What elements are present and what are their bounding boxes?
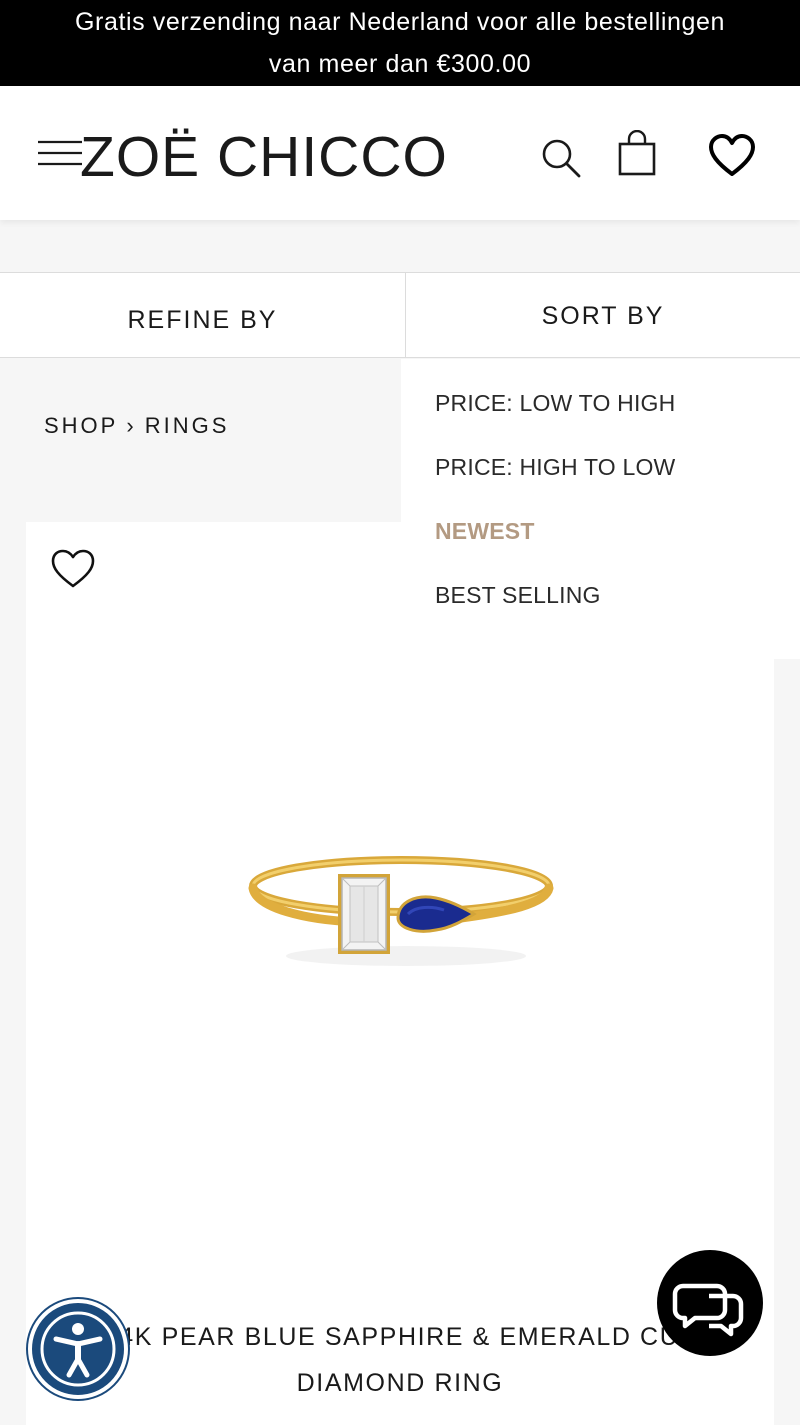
sort-option-price-low-high[interactable]: PRICE: LOW TO HIGH — [435, 390, 675, 417]
breadcrumb-separator: › — [126, 413, 137, 438]
chat-button[interactable] — [657, 1250, 763, 1356]
sort-by-button[interactable]: SORT BY — [406, 273, 800, 357]
wishlist-heart-icon[interactable] — [50, 548, 96, 590]
announcement-line-1: Gratis verzending naar Nederland voor al… — [74, 8, 726, 36]
sort-option-price-high-low[interactable]: PRICE: HIGH TO LOW — [435, 454, 675, 481]
bag-icon[interactable] — [616, 130, 658, 178]
breadcrumb-rings-link[interactable]: RINGS — [145, 413, 230, 438]
site-header: ZOË CHICCO — [0, 86, 800, 220]
sort-option-newest[interactable]: NEWEST — [435, 518, 535, 545]
refine-by-button[interactable]: REFINE BY — [0, 273, 406, 357]
menu-icon[interactable] — [38, 138, 82, 172]
accessibility-button[interactable] — [28, 1299, 128, 1399]
accessibility-icon — [40, 1311, 116, 1387]
search-icon[interactable] — [540, 137, 582, 179]
brand-logo[interactable]: ZOË CHICCO — [80, 122, 448, 192]
product-name-line-2: DIAMOND RING — [296, 1369, 504, 1397]
sort-dropdown-menu: PRICE: LOW TO HIGH PRICE: HIGH TO LOW NE… — [401, 359, 800, 659]
heart-icon[interactable] — [708, 134, 756, 178]
chat-bubbles-icon — [672, 1283, 744, 1337]
breadcrumb: SHOP › RINGS — [44, 413, 229, 439]
ring-product-image[interactable] — [246, 838, 556, 978]
breadcrumb-shop-link[interactable]: SHOP — [44, 413, 118, 438]
announcement-line-2: van meer dan €300.00 — [268, 50, 532, 78]
announcement-bar: Gratis verzending naar Nederland voor al… — [0, 0, 800, 86]
filter-toolbar: REFINE BY SORT BY — [0, 272, 800, 358]
sort-option-best-selling[interactable]: BEST SELLING — [435, 582, 601, 609]
